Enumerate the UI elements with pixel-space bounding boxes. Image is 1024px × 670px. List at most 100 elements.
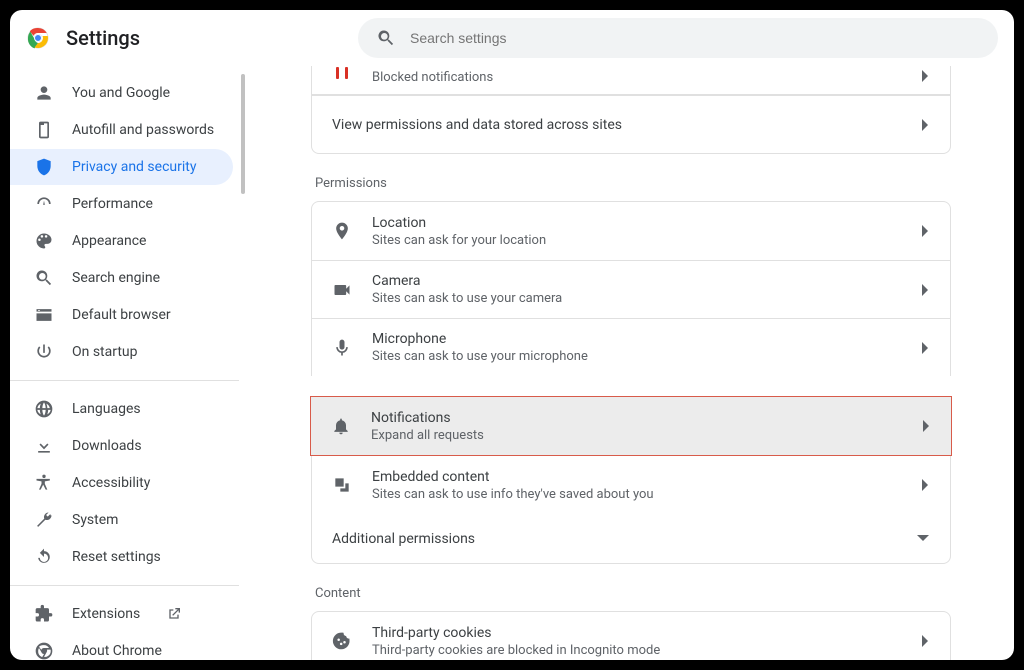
row-sub: Blocked notifications <box>372 70 898 85</box>
sidebar-item-label: You and Google <box>72 85 170 101</box>
sidebar-item-label: Extensions <box>72 606 140 622</box>
sidebar-separator <box>10 585 239 586</box>
sidebar-item-label: About Chrome <box>72 643 162 659</box>
sidebar-item-label: Default browser <box>72 307 171 323</box>
chevron-right-icon <box>918 342 930 354</box>
sidebar-item-autofill[interactable]: Autofill and passwords <box>10 112 233 148</box>
sidebar-item-label: Reset settings <box>72 549 161 565</box>
shield-icon <box>34 157 54 177</box>
sidebar-item-extensions[interactable]: Extensions <box>10 596 233 632</box>
globe-icon <box>34 399 54 419</box>
sidebar-item-label: Search engine <box>72 270 160 286</box>
chevron-right-icon <box>918 225 930 237</box>
sidebar-item-privacy-security[interactable]: Privacy and security <box>10 149 233 185</box>
highlighted-row-wrapper: Notifications Expand all requests <box>310 396 952 456</box>
accessibility-icon <box>34 473 54 493</box>
sidebar-item-search-engine[interactable]: Search engine <box>10 260 233 296</box>
row-camera[interactable]: Camera Sites can ask to use your camera <box>312 260 950 318</box>
search-icon <box>376 28 396 48</box>
sidebar-item-label: Privacy and security <box>72 159 196 175</box>
header-bar: Settings <box>10 10 1014 66</box>
row-additional-permissions[interactable]: Additional permissions <box>311 514 951 564</box>
sidebar-item-on-startup[interactable]: On startup <box>10 334 233 370</box>
row-notifications[interactable]: Notifications Expand all requests <box>311 397 951 455</box>
sidebar-item-you-and-google[interactable]: You and Google <box>10 75 233 111</box>
row-embedded-content[interactable]: Embedded content Sites can ask to use in… <box>312 456 950 514</box>
sidebar-item-downloads[interactable]: Downloads <box>10 428 233 464</box>
sidebar-item-label: On startup <box>72 344 138 360</box>
row-sub: Third-party cookies are blocked in Incog… <box>372 643 898 658</box>
camera-icon <box>332 280 352 300</box>
page-title: Settings <box>66 26 140 50</box>
sidebar-item-label: Languages <box>72 401 141 417</box>
external-link-icon <box>164 604 184 624</box>
speed-icon <box>34 194 54 214</box>
sidebar-item-about-chrome[interactable]: About Chrome <box>10 633 233 660</box>
power-icon <box>34 342 54 362</box>
chevron-right-icon <box>918 635 930 647</box>
row-title: Notifications <box>371 410 899 426</box>
bell-icon <box>331 416 351 436</box>
chrome-logo-icon <box>26 26 50 50</box>
reset-icon <box>34 547 54 567</box>
sidebar-item-label: Appearance <box>72 233 146 249</box>
row-sub: Sites can ask for your location <box>372 233 898 248</box>
sidebar-item-default-browser[interactable]: Default browser <box>10 297 233 333</box>
row-blocked-notifications[interactable]: Blocked notifications <box>312 66 950 95</box>
row-location[interactable]: Location Sites can ask for your location <box>312 202 950 260</box>
row-title: Third-party cookies <box>372 625 898 641</box>
section-label-permissions: Permissions <box>315 176 951 191</box>
sidebar: You and Google Autofill and passwords Pr… <box>10 66 248 660</box>
sidebar-item-label: Accessibility <box>72 475 150 491</box>
person-icon <box>34 83 54 103</box>
clipboard-icon <box>34 120 54 140</box>
sidebar-item-system[interactable]: System <box>10 502 233 538</box>
chevron-right-icon <box>919 420 931 432</box>
embedded-icon <box>332 475 352 495</box>
location-icon <box>332 221 352 241</box>
chevron-right-icon <box>918 479 930 491</box>
row-view-permissions[interactable]: View permissions and data stored across … <box>312 95 950 153</box>
blocked-icon <box>332 66 352 86</box>
palette-icon <box>34 231 54 251</box>
extension-icon <box>34 604 54 624</box>
settings-window: Settings You and Google Autofill and pas… <box>10 10 1014 660</box>
row-sub: Sites can ask to use info they've saved … <box>372 487 898 502</box>
chevron-right-icon <box>918 119 930 131</box>
sidebar-item-languages[interactable]: Languages <box>10 391 233 427</box>
sidebar-item-label: Downloads <box>72 438 142 454</box>
chevron-right-icon <box>918 284 930 296</box>
sidebar-item-label: Autofill and passwords <box>72 122 214 138</box>
sidebar-item-label: Performance <box>72 196 153 212</box>
row-title: Microphone <box>372 331 898 347</box>
row-sub: Expand all requests <box>371 428 899 443</box>
row-third-party-cookies[interactable]: Third-party cookies Third-party cookies … <box>312 612 950 660</box>
section-label-content: Content <box>315 586 951 601</box>
row-microphone[interactable]: Microphone Sites can ask to use your mic… <box>312 318 950 376</box>
sidebar-item-reset-settings[interactable]: Reset settings <box>10 539 233 575</box>
row-title: Additional permissions <box>332 531 475 547</box>
sidebar-item-appearance[interactable]: Appearance <box>10 223 233 259</box>
sidebar-item-accessibility[interactable]: Accessibility <box>10 465 233 501</box>
microphone-icon <box>332 338 352 358</box>
wrench-icon <box>34 510 54 530</box>
chrome-icon <box>34 641 54 660</box>
download-icon <box>34 436 54 456</box>
cookie-icon <box>332 631 352 651</box>
sidebar-separator <box>10 380 239 381</box>
sidebar-scrollbar[interactable] <box>241 74 245 194</box>
row-sub: Sites can ask to use your camera <box>372 291 898 306</box>
search-settings-input[interactable] <box>358 18 998 58</box>
row-sub: Sites can ask to use your microphone <box>372 349 898 364</box>
sidebar-item-performance[interactable]: Performance <box>10 186 233 222</box>
main-content[interactable]: Blocked notifications View permissions a… <box>248 66 1014 660</box>
search-field[interactable] <box>410 30 980 46</box>
row-title: View permissions and data stored across … <box>332 117 898 133</box>
chevron-right-icon <box>918 70 930 82</box>
row-title: Embedded content <box>372 469 898 485</box>
browser-icon <box>34 305 54 325</box>
chevron-down-icon <box>916 532 930 546</box>
sidebar-item-label: System <box>72 512 118 528</box>
search-icon <box>34 268 54 288</box>
row-title: Location <box>372 215 898 231</box>
